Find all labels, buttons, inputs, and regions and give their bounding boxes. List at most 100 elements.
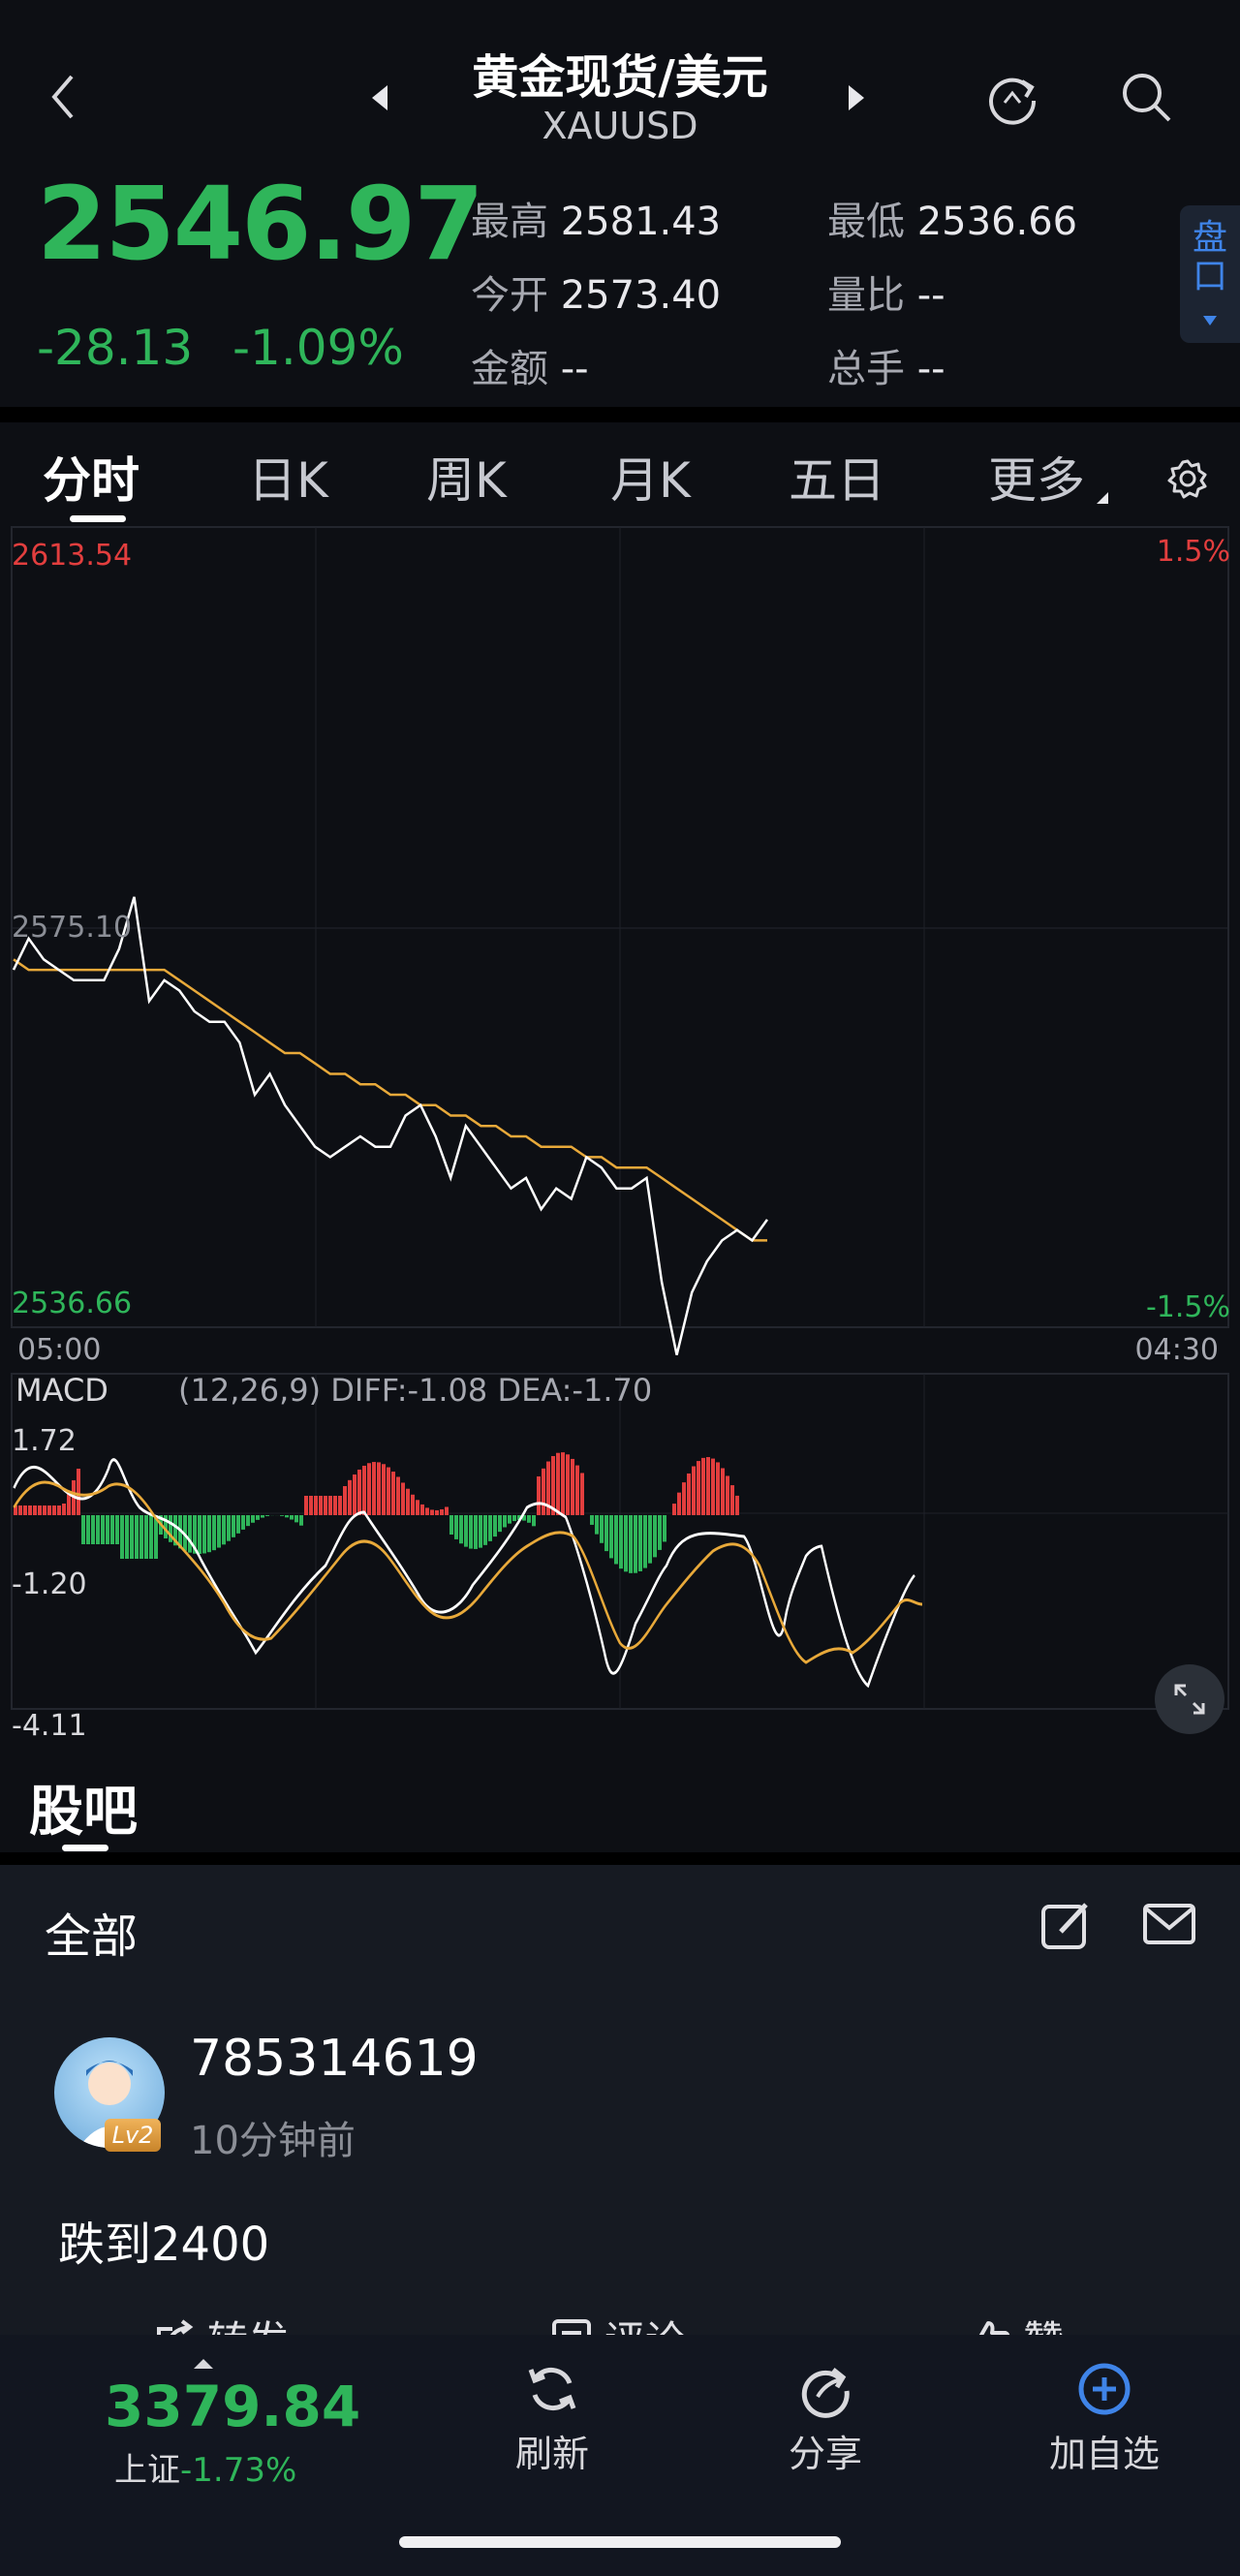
macd-bar xyxy=(222,1515,226,1545)
prev-symbol-icon[interactable] xyxy=(368,83,391,116)
macd-bar xyxy=(711,1458,715,1515)
refresh-icon xyxy=(528,2367,576,2411)
macd-bar xyxy=(47,1505,51,1515)
bottom-toolbar: 3379.84 上证-1.73% 刷新 分享 加自选 xyxy=(0,2335,1240,2576)
macd-bar xyxy=(425,1507,429,1515)
macd-bar xyxy=(701,1457,705,1515)
macd-bar xyxy=(81,1515,85,1544)
macd-bar xyxy=(43,1505,46,1515)
macd-bar xyxy=(653,1515,657,1558)
macd-bar xyxy=(609,1515,613,1559)
stat-open: 今开 2573.40 xyxy=(471,273,722,318)
macd-bar xyxy=(357,1469,361,1515)
post-content[interactable]: 跌到2400 xyxy=(58,2206,269,2274)
tab-daily-k[interactable]: 日K xyxy=(248,442,328,512)
macd-lines xyxy=(13,1458,923,1689)
level-badge: Lv2 xyxy=(105,2119,161,2152)
macd-bar xyxy=(144,1515,148,1559)
tab-more[interactable]: 更多 xyxy=(988,442,1085,512)
edit-icon[interactable] xyxy=(1035,1892,1099,1956)
quote-header: 黄金现货/美元 XAUUSD 2546.97 -28.13 -1.09% 最高 … xyxy=(0,0,1240,407)
macd-bar xyxy=(343,1486,347,1515)
macd-bar xyxy=(290,1515,294,1520)
back-icon[interactable] xyxy=(39,68,87,126)
gear-icon[interactable] xyxy=(1161,451,1215,506)
add-watchlist-button[interactable]: 加自选 xyxy=(1037,2360,1172,2477)
macd-params: (12,26,9) DIFF:-1.08 DEA:-1.70 xyxy=(178,1372,653,1409)
refresh-button[interactable]: 刷新 xyxy=(504,2360,601,2477)
macd-bar xyxy=(537,1476,541,1515)
macd-bar xyxy=(571,1458,574,1515)
tab-intraday[interactable]: 分时 xyxy=(43,442,140,512)
macd-bar xyxy=(86,1515,90,1544)
more-caret-icon xyxy=(1095,490,1110,510)
search-icon[interactable] xyxy=(1112,63,1180,131)
axis-top-price: 2613.54 xyxy=(12,539,133,573)
macd-axis-bottom: -4.11 xyxy=(12,1709,87,1743)
order-book-tab[interactable]: 盘口 xyxy=(1180,205,1240,343)
share-button[interactable]: 分享 xyxy=(777,2360,874,2477)
macd-bar xyxy=(706,1457,710,1515)
next-symbol-icon[interactable] xyxy=(845,83,868,116)
average-line-path xyxy=(13,958,767,1242)
macd-bar xyxy=(604,1515,608,1552)
refresh-icon[interactable] xyxy=(978,63,1046,131)
share-icon xyxy=(801,2368,850,2418)
macd-bar xyxy=(556,1452,560,1515)
macd-bar xyxy=(149,1515,153,1559)
macd-bar xyxy=(406,1488,410,1515)
macd-bar xyxy=(687,1473,691,1515)
macd-bar xyxy=(575,1465,579,1515)
post-username[interactable]: 785314619 xyxy=(190,2030,479,2088)
intraday-chart[interactable]: 2613.54 1.5% 2575.10 2536.66 -1.5% 05:00… xyxy=(0,523,1240,1754)
tab-monthly-k[interactable]: 月K xyxy=(610,442,691,512)
divider xyxy=(0,1852,1240,1866)
macd-bar xyxy=(483,1515,487,1545)
macd-bar xyxy=(110,1515,114,1544)
fullscreen-icon[interactable] xyxy=(1155,1664,1224,1734)
macd-bar xyxy=(353,1474,356,1515)
macd-bar xyxy=(697,1461,700,1515)
macd-bar xyxy=(77,1469,80,1515)
stat-volume-ratio: 量比 -- xyxy=(827,273,946,318)
macd-bar xyxy=(682,1482,686,1515)
guba-title[interactable]: 股吧 xyxy=(29,1768,138,1847)
macd-bar xyxy=(236,1515,240,1534)
macd-bar xyxy=(638,1515,642,1571)
macd-bar xyxy=(91,1515,95,1544)
current-price: 2546.97 xyxy=(37,165,484,283)
average-price-line xyxy=(13,958,767,1242)
home-indicator xyxy=(399,2536,841,2548)
index-value[interactable]: 3379.84 xyxy=(105,2374,360,2439)
macd-bar xyxy=(464,1515,468,1547)
active-tab-indicator xyxy=(70,515,126,522)
axis-bottom-pct: -1.5% xyxy=(1145,1290,1230,1324)
macd-bar xyxy=(595,1515,599,1535)
macd-bar xyxy=(261,1515,264,1518)
macd-bar xyxy=(401,1482,405,1515)
macd-bar xyxy=(391,1472,395,1515)
macd-bar xyxy=(672,1504,676,1515)
macd-bar xyxy=(294,1515,298,1523)
macd-bar xyxy=(256,1515,260,1520)
tab-weekly-k[interactable]: 周K xyxy=(426,442,507,512)
macd-bar xyxy=(643,1515,647,1568)
macd-label[interactable]: MACD xyxy=(16,1372,108,1409)
macd-bar xyxy=(430,1509,434,1515)
macd-bar xyxy=(304,1496,308,1515)
feed-filter-all[interactable]: 全部 xyxy=(45,1898,138,1966)
divider xyxy=(0,407,1240,422)
macd-bar xyxy=(387,1467,390,1515)
price-change: -28.13 xyxy=(37,320,194,376)
macd-bar xyxy=(232,1515,235,1537)
macd-bar xyxy=(188,1515,192,1553)
macd-bar xyxy=(561,1452,565,1515)
macd-bar xyxy=(251,1515,255,1523)
index-summary[interactable]: 上证-1.73% xyxy=(114,2443,296,2491)
macd-bar xyxy=(280,1515,284,1516)
post-time: 10分钟前 xyxy=(190,2119,356,2163)
macd-bar xyxy=(566,1454,570,1515)
mail-icon[interactable] xyxy=(1137,1892,1201,1956)
macd-bar xyxy=(212,1515,216,1551)
tab-five-day[interactable]: 五日 xyxy=(789,442,885,512)
